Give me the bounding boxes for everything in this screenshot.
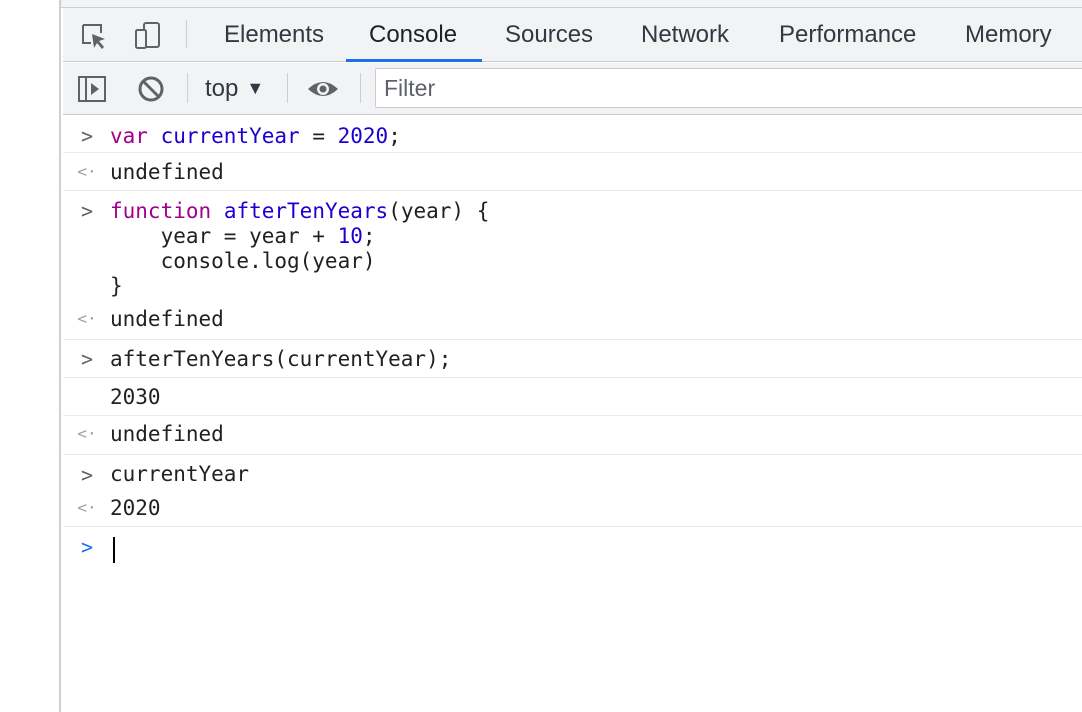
console-input-entry: > var currentYear = 2020; [63, 116, 1082, 153]
input-chevron-icon: > [80, 124, 94, 148]
console-log-entry: 2030 [63, 378, 1082, 416]
result-arrow-icon: <· [77, 309, 97, 328]
code-line: afterTenYears(currentYear); [110, 347, 452, 371]
code-number: 10 [337, 224, 363, 248]
tab-console[interactable]: Console [369, 8, 457, 62]
code-line: console.log(year) [110, 249, 376, 273]
console-result-entry: <· 2020 [63, 492, 1082, 527]
tab-performance[interactable]: Performance [779, 8, 916, 62]
input-chevron-icon: > [80, 463, 94, 487]
result-undefined: undefined [110, 160, 224, 184]
result-value: 2020 [110, 496, 161, 520]
top-edge [61, 0, 1082, 8]
toolbar-divider [186, 20, 187, 48]
active-tab-indicator [346, 59, 482, 62]
console-prompt[interactable]: > [63, 527, 1082, 572]
code-function-name: afterTenYears [223, 199, 389, 223]
prompt-chevron-icon: > [80, 535, 94, 559]
sidebar-toggle-icon[interactable] [75, 73, 109, 105]
tab-network[interactable]: Network [641, 8, 729, 62]
result-undefined: undefined [110, 307, 224, 331]
code-operator: = [299, 124, 338, 148]
code-number: 2020 [337, 124, 389, 148]
result-arrow-icon: <· [77, 162, 97, 181]
code-params: (year) { [388, 199, 490, 223]
chevron-down-icon: ▼ [246, 78, 265, 98]
code-line: year = year + [110, 224, 338, 248]
console-toolbar: top ▼ [63, 63, 1082, 115]
context-selector[interactable]: top ▼ [205, 63, 264, 115]
live-expression-eye-icon[interactable] [306, 73, 340, 105]
log-output: 2030 [110, 385, 161, 409]
console-result-entry: <· undefined [63, 153, 1082, 191]
console-input-entry: > function afterTenYears(year) { year = … [63, 191, 1082, 302]
code-variable: currentYear [160, 124, 300, 148]
toolbar-divider [187, 73, 188, 103]
tab-elements[interactable]: Elements [224, 8, 324, 62]
tab-memory[interactable]: Memory [965, 8, 1052, 62]
toolbar-divider [360, 73, 361, 103]
result-arrow-icon: <· [77, 424, 97, 443]
console-input-entry: > afterTenYears(currentYear); [63, 340, 1082, 378]
console-result-entry: <· undefined [63, 416, 1082, 455]
tab-sources[interactable]: Sources [505, 8, 593, 62]
code-line: currentYear [110, 462, 250, 486]
code-punct: ; [388, 124, 401, 148]
code-keyword: function [110, 199, 212, 223]
input-chevron-icon: > [80, 347, 94, 371]
result-undefined: undefined [110, 422, 224, 446]
devtools-tabbar: Elements Console Sources Network Perform… [63, 8, 1082, 62]
inspect-element-icon[interactable] [77, 20, 111, 52]
filter-input[interactable] [376, 69, 1082, 107]
text-caret [113, 537, 115, 563]
code-line: } [110, 274, 123, 298]
console-input-entry: > currentYear [63, 455, 1082, 492]
device-toolbar-icon[interactable] [131, 20, 165, 52]
code-keyword: var [110, 124, 148, 148]
filter-box [375, 68, 1082, 108]
input-chevron-icon: > [80, 199, 94, 223]
context-label: top [205, 75, 239, 102]
console-messages: > var currentYear = 2020; <· undefined >… [63, 116, 1082, 712]
toolbar-divider [287, 73, 288, 103]
console-result-entry: <· undefined [63, 302, 1082, 340]
left-gutter [0, 0, 61, 712]
result-arrow-icon: <· [77, 498, 97, 517]
code-punct: ; [362, 224, 376, 248]
clear-console-icon[interactable] [134, 73, 168, 105]
